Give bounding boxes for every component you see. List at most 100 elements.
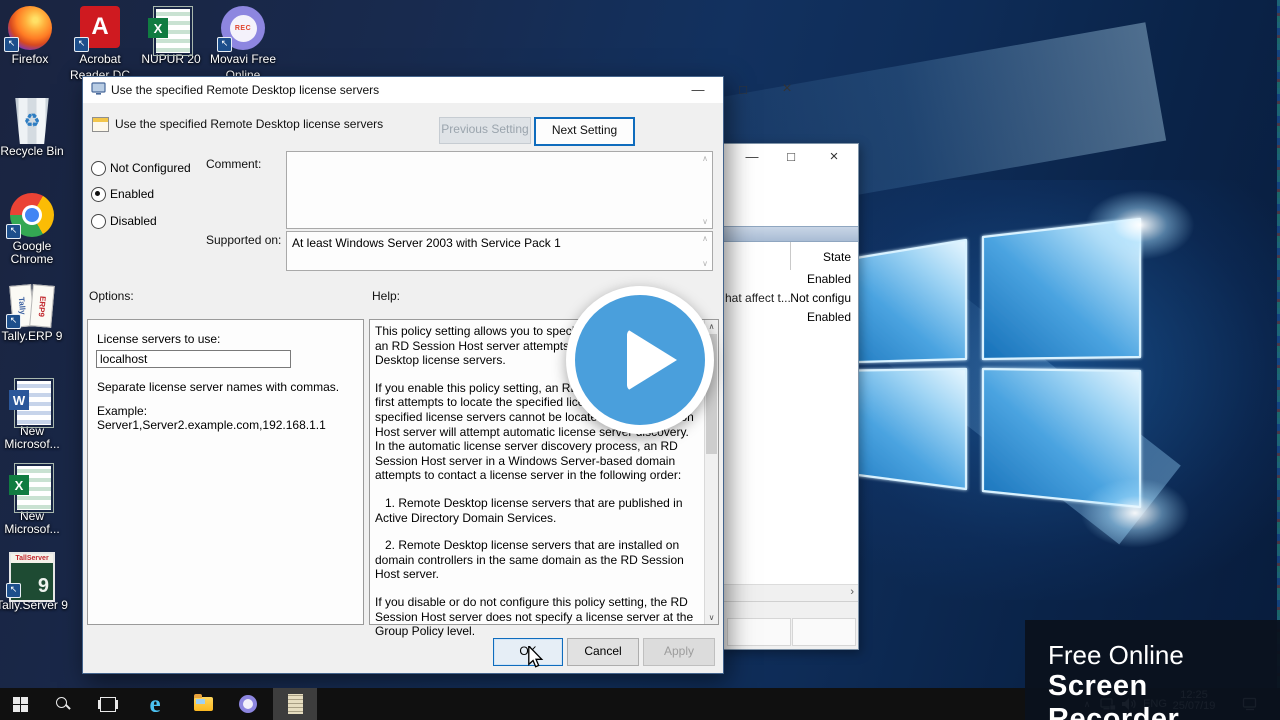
supported-on-value: At least Windows Server 2003 with Servic… bbox=[292, 236, 561, 250]
dialog-title: Use the specified Remote Desktop license… bbox=[111, 83, 380, 97]
scroll-up-icon[interactable]: ∧ bbox=[700, 234, 710, 243]
scroll-down-icon[interactable]: ∨ bbox=[705, 613, 718, 622]
screen-recorder-watermark: Free Online Screen Recorder bbox=[1025, 620, 1280, 720]
radio-enabled[interactable]: Enabled bbox=[91, 187, 154, 202]
minimize-icon[interactable]: — bbox=[742, 148, 762, 166]
policy-setting-icon bbox=[92, 117, 109, 132]
file-explorer-button[interactable] bbox=[183, 688, 223, 720]
word-w-badge: W bbox=[9, 390, 29, 410]
radio-selected-icon[interactable] bbox=[91, 187, 106, 202]
status-tab[interactable] bbox=[727, 618, 791, 646]
search-button[interactable] bbox=[43, 688, 83, 720]
close-icon[interactable]: × bbox=[824, 148, 844, 166]
help-label: Help: bbox=[372, 289, 401, 303]
radio-disabled[interactable]: Disabled bbox=[91, 214, 157, 229]
supported-on-label: Supported on: bbox=[206, 233, 282, 247]
desktop-icon-acrobat[interactable]: A ↖ Acrobat Reader DC bbox=[64, 6, 136, 82]
help-paragraph: 2. Remote Desktop license servers that a… bbox=[375, 538, 684, 582]
movavi-taskbar-button[interactable] bbox=[228, 688, 268, 720]
minimize-icon[interactable]: — bbox=[688, 81, 708, 99]
previous-setting-button[interactable]: Previous Setting bbox=[439, 117, 531, 144]
comment-textbox[interactable]: ∧ ∨ bbox=[286, 151, 713, 229]
comment-label: Comment: bbox=[206, 157, 262, 171]
wallpaper-corner-glint bbox=[1080, 478, 1190, 548]
cancel-button[interactable]: Cancel bbox=[567, 638, 639, 666]
icon-label: Firefox bbox=[11, 52, 49, 66]
icon-label: Recycle Bin bbox=[0, 144, 64, 158]
watermark-line1: Free Online bbox=[1048, 640, 1184, 670]
desktop-icon-tally-server[interactable]: TallServer 9 ↖ Tally.Server 9 bbox=[0, 552, 68, 612]
status-panel bbox=[724, 601, 858, 649]
icon-label: New Microsof... bbox=[4, 509, 60, 536]
horizontal-scrollbar[interactable]: › bbox=[724, 584, 858, 601]
desktop-icon-excel-doc[interactable]: X New Microsof... bbox=[0, 463, 68, 536]
options-panel: License servers to use: Separate license… bbox=[87, 319, 364, 625]
license-servers-label: License servers to use: bbox=[97, 332, 221, 346]
dialog-header: Use the specified Remote Desktop license… bbox=[83, 103, 723, 151]
radio-icon[interactable] bbox=[91, 214, 106, 229]
license-servers-input[interactable] bbox=[96, 350, 291, 368]
group-policy-editor-window[interactable]: — □ × State Enabled hat affect t... Not … bbox=[723, 143, 859, 650]
desktop-screen: ↖ Firefox A ↖ Acrobat Reader DC X NUPUR … bbox=[0, 0, 1280, 720]
play-icon bbox=[627, 329, 677, 391]
scroll-down-icon[interactable]: ∨ bbox=[700, 217, 710, 226]
help-paragraph: If you disable or do not configure this … bbox=[375, 594, 694, 639]
shortcut-arrow-icon: ↖ bbox=[217, 37, 232, 52]
task-view-button[interactable] bbox=[88, 688, 128, 720]
desktop-icon-nupur20[interactable]: X NUPUR 20 bbox=[135, 6, 207, 66]
wallpaper-corner-glint bbox=[1085, 190, 1195, 260]
maximize-icon[interactable]: □ bbox=[781, 148, 801, 166]
desktop-icon-recycle-bin[interactable]: ♻ Recycle Bin bbox=[0, 98, 68, 158]
desktop-icon-tally-erp[interactable]: Tally ERP9 ↖ Tally.ERP 9 bbox=[0, 283, 68, 343]
policy-scroll-icon bbox=[286, 691, 305, 717]
excel-x-badge: X bbox=[9, 475, 29, 495]
options-hint: Example: Server1,Server2.example.com,192… bbox=[97, 404, 326, 432]
icon-label: Tally.ERP 9 bbox=[1, 329, 63, 343]
options-label: Options: bbox=[89, 289, 134, 303]
video-play-button[interactable] bbox=[566, 286, 714, 434]
watermark-line2: Screen Recorder bbox=[1048, 670, 1180, 720]
search-icon bbox=[55, 696, 71, 712]
shortcut-arrow-icon: ↖ bbox=[6, 583, 21, 598]
apply-button[interactable]: Apply bbox=[643, 638, 715, 666]
desktop-icon-word-doc[interactable]: W New Microsof... bbox=[0, 378, 68, 451]
windows-logo-icon bbox=[12, 696, 28, 712]
shortcut-arrow-icon: ↖ bbox=[74, 37, 89, 52]
shortcut-arrow-icon: ↖ bbox=[4, 37, 19, 52]
internet-explorer-button[interactable]: e bbox=[135, 688, 175, 720]
list-column-header-band bbox=[724, 226, 858, 242]
icon-label: Movavi Free bbox=[209, 52, 277, 66]
icon-label: Acrobat bbox=[79, 52, 121, 66]
desktop-icon-chrome[interactable]: ↖ Google Chrome bbox=[0, 193, 68, 266]
radio-not-configured[interactable]: Not Configured bbox=[91, 161, 191, 176]
scroll-right-icon[interactable]: › bbox=[850, 586, 854, 598]
excel-x-badge: X bbox=[148, 18, 168, 38]
status-tab[interactable] bbox=[792, 618, 856, 646]
start-button[interactable] bbox=[0, 688, 40, 720]
setting-name: Use the specified Remote Desktop license… bbox=[115, 117, 384, 131]
desktop-icon-firefox[interactable]: ↖ Firefox bbox=[0, 6, 66, 66]
next-setting-button[interactable]: Next Setting bbox=[534, 117, 635, 146]
scroll-up-icon[interactable]: ∧ bbox=[700, 154, 710, 163]
remote-desktop-icon bbox=[91, 82, 106, 95]
recycle-bin-icon: ♻ bbox=[15, 98, 49, 144]
mouse-cursor bbox=[528, 646, 544, 668]
icon-label: New Microsof... bbox=[4, 424, 60, 451]
radio-icon[interactable] bbox=[91, 161, 106, 176]
scroll-down-icon[interactable]: ∨ bbox=[700, 259, 710, 268]
help-paragraph: 1. Remote Desktop license servers that a… bbox=[375, 495, 683, 525]
movavi-icon bbox=[239, 695, 257, 713]
dialog-titlebar[interactable]: Use the specified Remote Desktop license… bbox=[83, 77, 792, 103]
supported-on-box[interactable]: At least Windows Server 2003 with Servic… bbox=[286, 231, 713, 271]
icon-label: Google Chrome bbox=[10, 239, 54, 266]
column-separator bbox=[790, 242, 791, 270]
task-view-icon bbox=[100, 696, 116, 712]
group-policy-taskbar-button[interactable] bbox=[273, 688, 317, 720]
internet-explorer-icon: e bbox=[149, 690, 161, 718]
options-hint: Separate license server names with comma… bbox=[97, 380, 340, 394]
shortcut-arrow-icon: ↖ bbox=[6, 224, 21, 239]
maximize-icon[interactable]: □ bbox=[733, 81, 753, 99]
shortcut-arrow-icon: ↖ bbox=[6, 314, 21, 329]
folder-icon bbox=[193, 694, 213, 711]
close-icon[interactable]: × bbox=[777, 80, 797, 98]
